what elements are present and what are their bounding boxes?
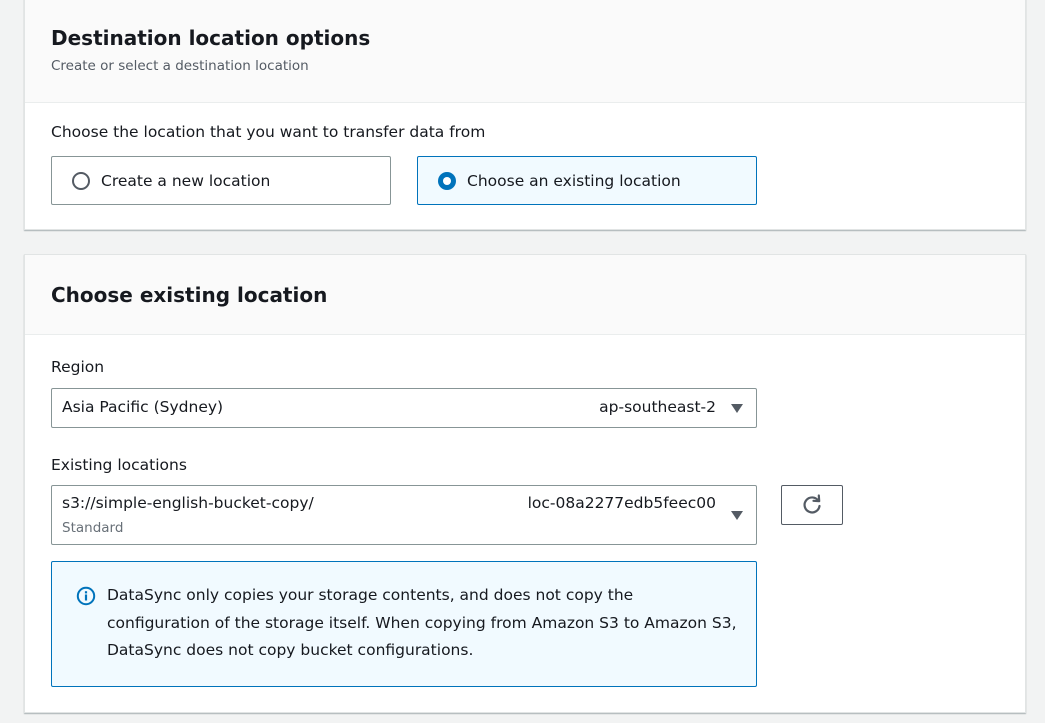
choose-existing-location-label: Choose an existing location xyxy=(467,171,681,190)
destination-options-description: Create or select a destination location xyxy=(51,58,309,74)
choose-existing-location-radio[interactable] xyxy=(438,171,456,190)
location-uri: s3://simple-english-bucket-copy/ xyxy=(62,494,314,512)
choose-existing-location-panel: Choose existing location Region Asia Pac… xyxy=(24,254,1026,713)
region-select[interactable]: Asia Pacific (Sydney) ap-southeast-2 xyxy=(51,388,757,428)
region-label: Region xyxy=(51,358,105,376)
info-icon xyxy=(76,586,96,606)
destination-options-header: Destination location options Create or s… xyxy=(25,0,1025,103)
destination-options-title: Destination location options xyxy=(51,26,371,50)
region-code: ap-southeast-2 xyxy=(599,398,716,416)
choose-location-label: Choose the location that you want to tra… xyxy=(51,123,486,141)
existing-locations-select[interactable]: s3://simple-english-bucket-copy/ loc-08a… xyxy=(51,485,757,545)
create-new-location-radio[interactable] xyxy=(72,171,90,190)
existing-locations-label: Existing locations xyxy=(51,456,187,474)
choose-existing-location-tile[interactable]: Choose an existing location xyxy=(417,156,757,205)
location-storage-class: Standard xyxy=(62,520,124,536)
region-name: Asia Pacific (Sydney) xyxy=(62,398,224,416)
refresh-icon xyxy=(803,494,821,514)
choose-existing-location-title: Choose existing location xyxy=(51,282,328,307)
caret-down-icon xyxy=(731,404,743,413)
choose-existing-location-header: Choose existing location xyxy=(25,255,1025,335)
location-id: loc-08a2277edb5feec00 xyxy=(527,494,716,512)
destination-options-panel: Destination location options Create or s… xyxy=(24,0,1026,230)
info-alert: DataSync only copies your storage conten… xyxy=(51,561,757,687)
create-new-location-label: Create a new location xyxy=(101,171,271,190)
create-new-location-tile[interactable]: Create a new location xyxy=(51,156,391,205)
caret-down-icon xyxy=(731,511,743,520)
refresh-button[interactable] xyxy=(781,485,843,525)
info-alert-text: DataSync only copies your storage conten… xyxy=(107,586,737,659)
